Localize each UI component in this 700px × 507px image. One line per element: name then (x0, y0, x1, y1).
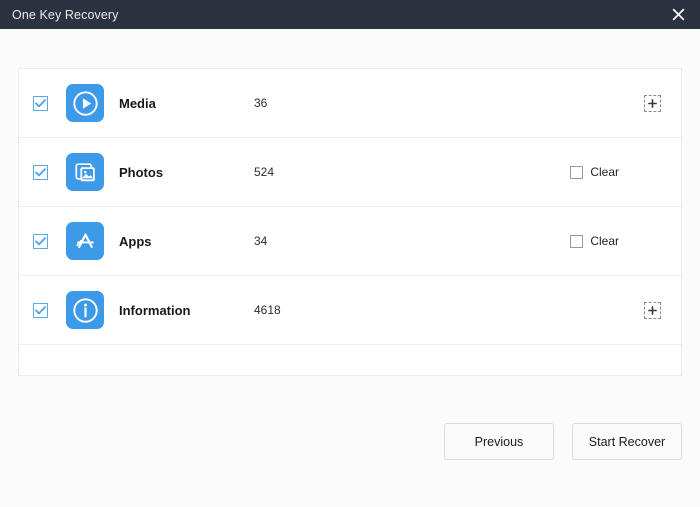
row-label: Apps (119, 233, 152, 249)
close-button[interactable] (656, 0, 700, 29)
table-row[interactable]: Apps 34 Clear (19, 207, 681, 276)
start-recover-button[interactable]: Start Recover (572, 423, 682, 460)
dialog-footer: Previous Start Recover (0, 423, 700, 460)
row-checkbox-information[interactable] (33, 302, 48, 318)
row-count: 524 (254, 165, 275, 179)
table-row[interactable]: Photos 524 Clear (19, 138, 681, 207)
row-actions: Clear (570, 234, 665, 248)
row-label: Media (119, 95, 156, 111)
row-checkbox-photos[interactable] (33, 164, 48, 180)
plus-icon (648, 305, 657, 315)
previous-button[interactable]: Previous (444, 423, 554, 460)
row-checkbox-apps[interactable] (33, 233, 48, 249)
photos-icon (66, 153, 104, 191)
information-icon (66, 291, 104, 329)
expand-button[interactable] (644, 94, 661, 112)
row-count: 36 (254, 96, 268, 110)
table-row[interactable]: Media 36 (19, 69, 681, 138)
plus-icon (648, 98, 657, 108)
expand-button[interactable] (644, 301, 661, 319)
row-checkbox-media[interactable] (33, 95, 48, 111)
window-titlebar: One Key Recovery (0, 0, 700, 29)
row-count: 4618 (254, 303, 281, 317)
row-actions (644, 94, 665, 112)
row-count: 34 (254, 234, 268, 248)
clear-checkbox[interactable] (570, 165, 584, 179)
clear-label: Clear (590, 165, 619, 179)
clear-label: Clear (590, 234, 619, 248)
row-label: Information (119, 302, 191, 318)
window-title: One Key Recovery (12, 7, 119, 22)
table-row[interactable]: Information 4618 (19, 276, 681, 345)
media-play-icon (66, 84, 104, 122)
clear-checkbox[interactable] (570, 234, 584, 248)
list-footer-spacer (19, 345, 681, 375)
apps-icon (66, 222, 104, 260)
dialog-body: Media 36 Photos 524 Clear Apps 34 Clear … (0, 29, 700, 507)
clear-toggle[interactable]: Clear (570, 165, 619, 179)
clear-toggle[interactable]: Clear (570, 234, 619, 248)
row-actions: Clear (570, 165, 665, 179)
row-label: Photos (119, 164, 164, 180)
row-actions (644, 301, 665, 319)
recovery-category-list: Media 36 Photos 524 Clear Apps 34 Clear … (18, 68, 682, 376)
close-icon (672, 8, 685, 21)
